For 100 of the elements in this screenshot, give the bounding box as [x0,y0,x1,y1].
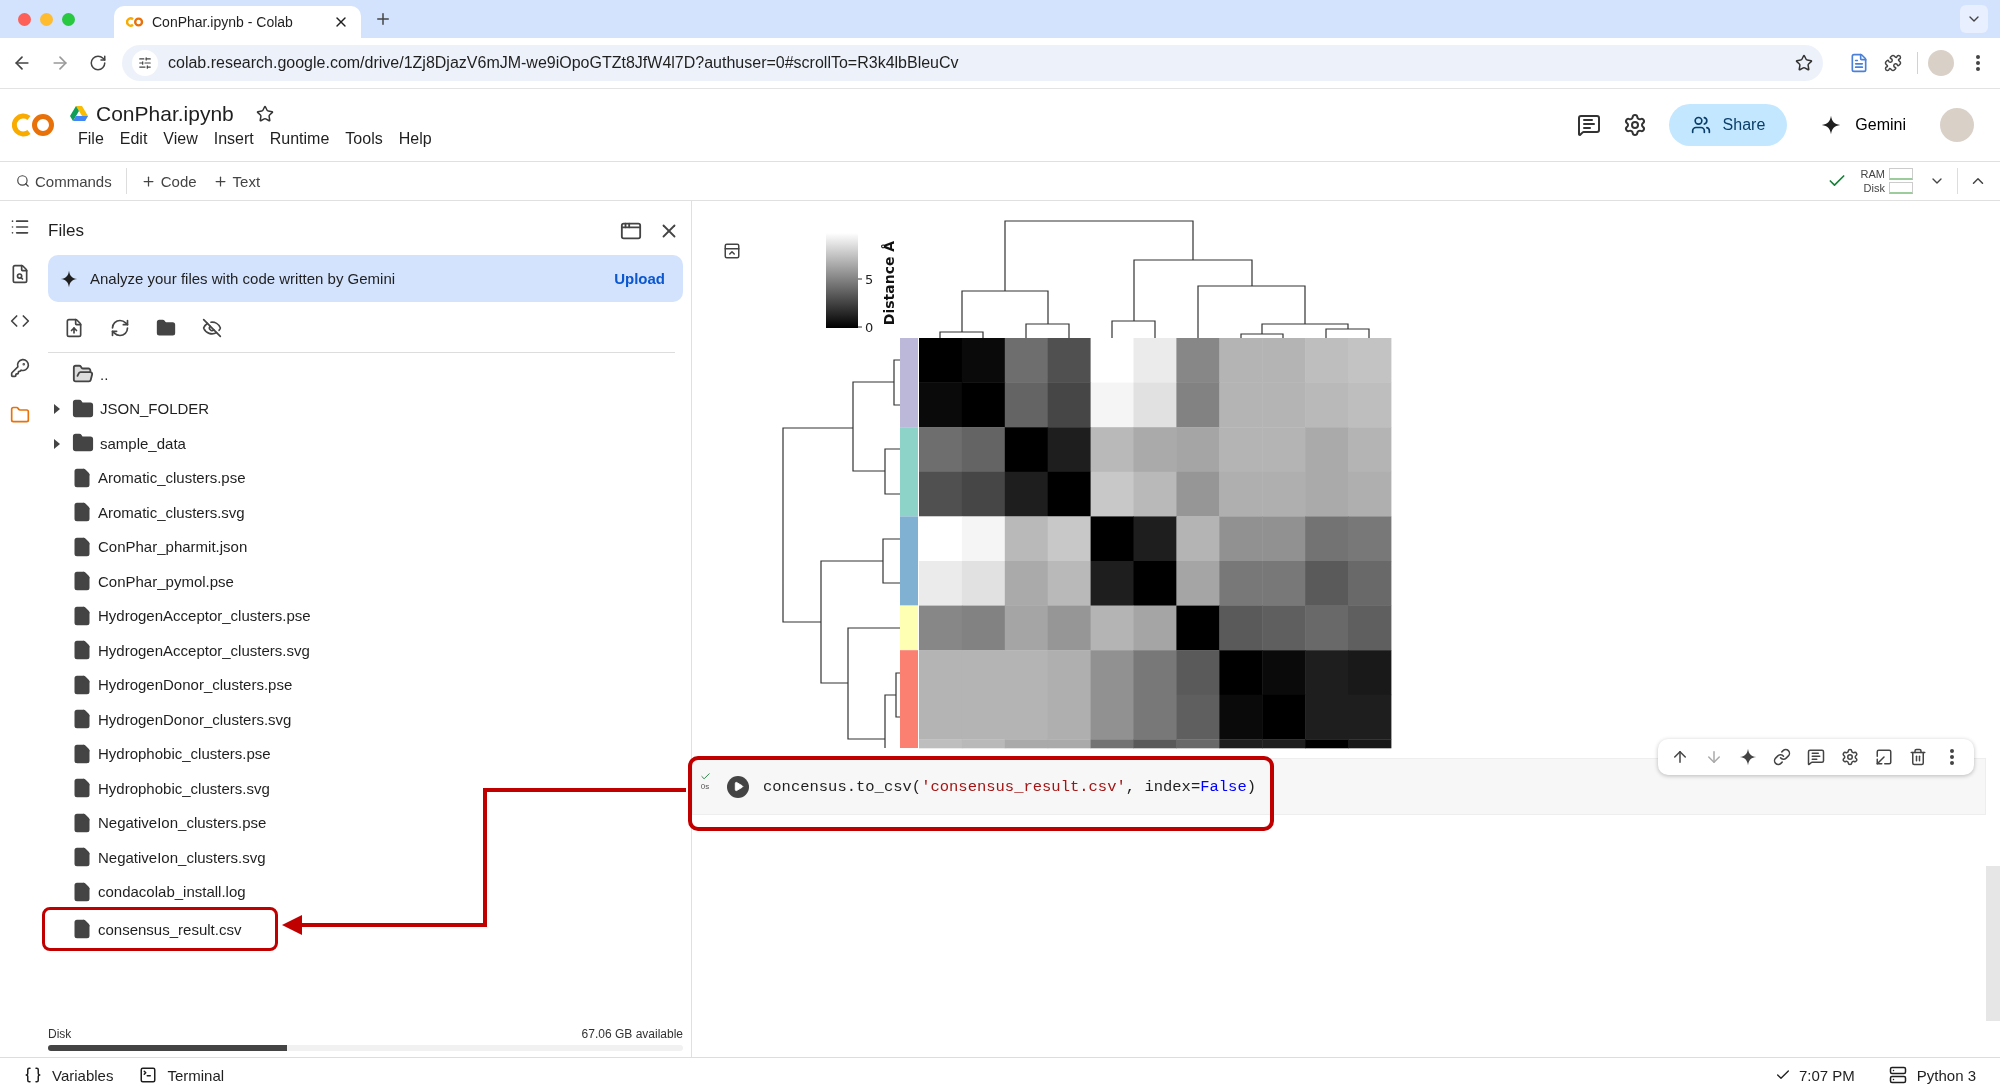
last-run-time: 7:07 PM [1798,1066,1855,1084]
settings-icon[interactable] [1622,113,1647,137]
comment-icon [1807,748,1825,766]
menu-item[interactable]: Edit [111,130,156,148]
file-icon [72,881,92,902]
colorbar-label: Distance Å [881,240,897,326]
address-bar[interactable]: colab.research.google.com/drive/1Zj8DjazV6mJM-we9iOpoGTZt8JfW4l7D?authuser=0#scrollTo=R3k4lbBleuCv [122,45,1823,81]
puzzle-icon [1884,54,1902,72]
notebook-title[interactable]: ConPhar.ipynb [96,102,234,126]
disk-label: Disk [48,1027,72,1041]
menu-item[interactable]: View [155,130,206,148]
file-name[interactable]: HydrogenDonor_clusters.pse [98,676,293,694]
file-name[interactable]: .. [100,365,109,383]
file-icon [72,605,92,626]
server-icon [1888,1066,1907,1084]
gemini-button[interactable]: Gemini [1809,115,1918,135]
file-name[interactable]: Aromatic_clusters.pse [98,469,246,487]
terminal-icon [139,1066,158,1084]
commands-button[interactable]: Commands [8,172,120,190]
file-icon [72,847,92,868]
file-icon [72,640,92,661]
execution-time: 0s [700,782,710,791]
terminal-button[interactable]: Terminal [135,1066,229,1084]
resources-indicator[interactable]: RAM Disk [1860,168,1913,194]
caret-icon[interactable] [53,438,61,449]
plus-icon [374,10,392,28]
file-name[interactable]: HydrogenAcceptor_clusters.pse [98,607,311,625]
file-icon [72,778,92,799]
menu-item[interactable]: Tools [337,130,391,148]
collapse-output-icon [723,242,741,260]
menu-item[interactable]: File [70,130,112,148]
variables-button[interactable]: Variables [20,1066,118,1084]
menu-item[interactable]: Runtime [261,130,338,148]
file-upload-icon [64,318,84,338]
file-name[interactable]: condacolab_install.log [98,883,246,901]
upload-link[interactable]: Upload [614,270,665,287]
list-icon[interactable] [10,217,30,237]
file-icon [72,467,92,488]
bookmark-star-icon[interactable] [1795,54,1813,72]
file-icon [72,571,92,592]
key-icon[interactable] [10,358,30,378]
folder-icon [156,318,176,338]
star-icon[interactable] [255,105,274,123]
link-icon [1773,748,1791,766]
more-icon [1950,749,1954,765]
site-info-button[interactable] [132,50,158,76]
eye-off-icon [202,318,222,338]
sparkle-icon [1739,748,1757,766]
scrollbar-thumb[interactable] [1986,866,2000,1021]
file-name[interactable]: sample_data [100,434,186,452]
file-name[interactable]: NegativeIon_clusters.pse [98,814,267,832]
file-name[interactable]: HydrogenAcceptor_clusters.svg [98,641,310,659]
file-name[interactable]: NegativeIon_clusters.svg [98,848,266,866]
file-search-icon[interactable] [10,264,30,284]
folder-icon[interactable] [10,405,30,425]
plus-icon [212,173,228,189]
plus-icon [140,173,156,189]
menu-item[interactable]: Help [390,130,440,148]
browser-tab[interactable]: ConPhar.ipynb - Colab [114,6,361,38]
comment-icon[interactable] [1576,113,1601,137]
file-icon [72,743,92,764]
caret-icon[interactable] [53,404,61,415]
file-icon [72,536,92,557]
disk-available: 67.06 GB available [581,1027,683,1041]
tick-label: 0 [865,320,874,335]
file-name[interactable]: ConPhar_pymol.pse [98,572,234,590]
document-icon[interactable] [1849,53,1869,73]
runtime-button[interactable]: Python 3 [1884,1066,1980,1084]
more-icon [1976,55,1980,71]
file-name[interactable]: ConPhar_pharmit.json [98,538,248,556]
reload-icon [89,54,107,72]
tick-label: 5 [865,272,874,287]
file-name[interactable]: JSON_FOLDER [100,400,210,418]
arrow-down-icon [1705,748,1723,766]
banner-text: Analyze your files with code written by Gemini [90,270,397,287]
file-name[interactable]: Hydrophobic_clusters.svg [98,779,270,797]
code-line[interactable]: concensus.to_csv('consensus_result.csv', index=False) [763,777,1257,796]
play-icon [732,781,744,792]
sliders-icon [138,56,152,70]
add-code-button[interactable]: Code [132,172,205,190]
file-name[interactable]: HydrogenDonor_clusters.svg [98,710,292,728]
folder-icon [72,397,94,420]
file-icon [72,674,92,695]
file-name[interactable]: Hydrophobic_clusters.pse [98,745,271,763]
settings-icon [1841,748,1859,766]
file-icon [72,919,92,939]
file-name[interactable]: Aromatic_clusters.svg [98,503,245,521]
run-button[interactable] [727,775,749,798]
colab-favicon [126,16,144,28]
refresh-icon [110,318,130,338]
braces-icon [24,1066,42,1084]
add-text-button[interactable]: Text [204,172,269,190]
menu-item[interactable]: Insert [205,130,262,148]
colorbar-ticks [857,278,863,328]
share-button[interactable]: Share [1668,104,1788,146]
drive-icon [70,106,88,122]
search-icon [16,174,30,188]
window-icon [620,220,642,242]
people-icon [1690,115,1711,135]
panel-title: Files [48,221,85,241]
